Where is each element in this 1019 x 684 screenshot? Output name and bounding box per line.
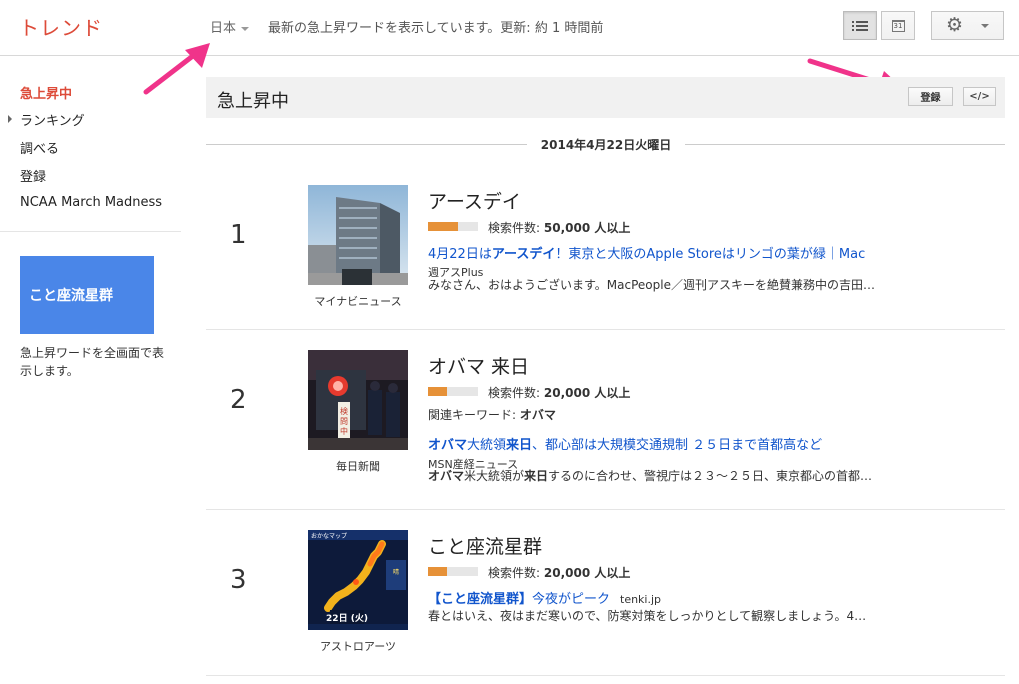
search-count: 検索件数: 50,000 人以上 bbox=[488, 221, 631, 235]
news-snippet: オバマ米大統領が来日するのに合わせ、警視庁は２３～２５日、東京都心の首都… bbox=[428, 469, 873, 483]
date-heading: 2014年4月22日火曜日 bbox=[540, 138, 672, 152]
svg-text:22日 (火): 22日 (火) bbox=[326, 613, 368, 624]
calendar-view-button[interactable]: 31 bbox=[881, 11, 915, 40]
search-count: 検索件数: 20,000 人以上 bbox=[488, 566, 631, 580]
related-keyword-link[interactable]: オバマ bbox=[520, 408, 556, 422]
section-header: 急上昇中 登録 </> bbox=[206, 77, 1005, 118]
gear-icon: ⚙ bbox=[945, 14, 964, 36]
divider bbox=[206, 509, 1005, 510]
svg-text:問: 問 bbox=[340, 417, 348, 426]
police-photo: 検 問 中 bbox=[308, 350, 408, 450]
news-source: tenki.jp bbox=[620, 593, 662, 606]
trend-item: 3 おかなマップ 晴 22日 (火) アストロアーツ こと座流星群 検索件数: … bbox=[206, 525, 1005, 675]
search-volume-bar bbox=[428, 387, 478, 396]
divider bbox=[206, 329, 1005, 330]
divider bbox=[206, 144, 527, 145]
trend-title[interactable]: アースデイ bbox=[428, 187, 521, 214]
building-photo bbox=[308, 185, 408, 285]
meteor-map-image: おかなマップ 晴 22日 (火) bbox=[308, 530, 408, 630]
chevron-down-icon bbox=[241, 26, 250, 31]
trend-thumbnail[interactable]: 検 問 中 bbox=[308, 350, 408, 450]
search-volume-fill bbox=[428, 387, 447, 396]
svg-text:中: 中 bbox=[340, 426, 348, 436]
news-headline-link[interactable]: オバマ大統領来日、都心部は大規模交通規制 ２５日まで首都高など bbox=[428, 434, 822, 453]
sidebar-item-subscribe[interactable]: 登録 bbox=[20, 166, 46, 185]
search-volume-bar bbox=[428, 567, 478, 576]
view-toggle: 31 bbox=[843, 11, 915, 40]
trend-rank: 1 bbox=[230, 220, 247, 250]
search-count: 検索件数: 20,000 人以上 bbox=[488, 386, 631, 400]
sidebar-item-ncaa[interactable]: NCAA March Madness bbox=[20, 195, 162, 210]
news-headline-link[interactable]: 4月22日はアースデイ！東京と大阪のApple Storeはリンゴの葉が緑｜Ma… bbox=[428, 243, 865, 262]
hot-searches-caption: 急上昇ワードを全画面で表示します。 bbox=[20, 346, 165, 378]
svg-text:晴: 晴 bbox=[393, 568, 399, 576]
sidebar-item-trending[interactable]: 急上昇中 bbox=[20, 83, 72, 102]
news-snippet: 春とはいえ、夜はまだ寒いので、防寒対策をしっかりとして観察しましょう。4… bbox=[428, 609, 867, 623]
svg-text:検: 検 bbox=[340, 406, 348, 416]
hot-searches-tile[interactable]: こと座流星群 bbox=[20, 256, 154, 334]
trends-logo[interactable]: トレンド bbox=[19, 12, 103, 41]
chevron-down-icon bbox=[981, 23, 990, 28]
search-volume-fill bbox=[428, 222, 458, 231]
sidebar-item-explore[interactable]: 調べる bbox=[20, 138, 59, 157]
list-view-button[interactable] bbox=[843, 11, 877, 40]
divider bbox=[685, 144, 1005, 145]
section-title: 急上昇中 bbox=[217, 91, 289, 112]
sidebar-divider bbox=[0, 231, 181, 232]
list-icon bbox=[851, 20, 868, 31]
expand-arrow-icon[interactable] bbox=[8, 115, 12, 123]
news-headline-link[interactable]: 【こと座流星群】今夜がピーク bbox=[428, 588, 610, 607]
subscribe-button[interactable]: 登録 bbox=[908, 87, 953, 106]
trend-rank: 2 bbox=[230, 385, 247, 415]
update-status: 最新の急上昇ワードを表示しています。更新: 約 1 時間前 bbox=[268, 21, 604, 36]
trend-item: 2 検 問 中 毎日新聞 オバマ 来日 検索件数: 20,000 人以上 関連キ… bbox=[206, 345, 1005, 505]
search-volume-fill bbox=[428, 567, 447, 576]
region-label: 日本 bbox=[210, 21, 237, 36]
trend-thumbnail[interactable]: おかなマップ 晴 22日 (火) bbox=[308, 530, 408, 630]
search-volume-bar bbox=[428, 222, 478, 231]
news-snippet: みなさん、おはようございます。MacPeople／週刊アスキーを絶賛兼務中の吉田… bbox=[428, 278, 875, 292]
sidebar-item-rankings[interactable]: ランキング bbox=[20, 110, 85, 129]
trend-title[interactable]: オバマ 来日 bbox=[428, 352, 529, 379]
image-source: アストロアーツ bbox=[319, 640, 397, 653]
image-source: 毎日新聞 bbox=[336, 460, 380, 473]
settings-button[interactable]: ⚙ bbox=[931, 11, 1004, 40]
related-keywords: 関連キーワード: オバマ bbox=[428, 408, 556, 422]
divider bbox=[206, 675, 1005, 676]
calendar-icon: 31 bbox=[891, 19, 905, 32]
region-selector[interactable]: 日本 bbox=[210, 17, 250, 36]
trend-title[interactable]: こと座流星群 bbox=[428, 532, 542, 559]
svg-text:おかなマップ: おかなマップ bbox=[311, 533, 347, 540]
image-source: マイナビニュース bbox=[314, 295, 402, 308]
trend-thumbnail[interactable] bbox=[308, 185, 408, 285]
embed-button[interactable]: </> bbox=[963, 87, 996, 106]
trend-rank: 3 bbox=[230, 565, 247, 595]
top-bar: トレンド 日本 最新の急上昇ワードを表示しています。更新: 約 1 時間前 31… bbox=[0, 0, 1019, 56]
trend-item: 1 マイナビニュース アースデイ 検索件数: 50,000 人以上 4月22日は… bbox=[206, 180, 1005, 330]
